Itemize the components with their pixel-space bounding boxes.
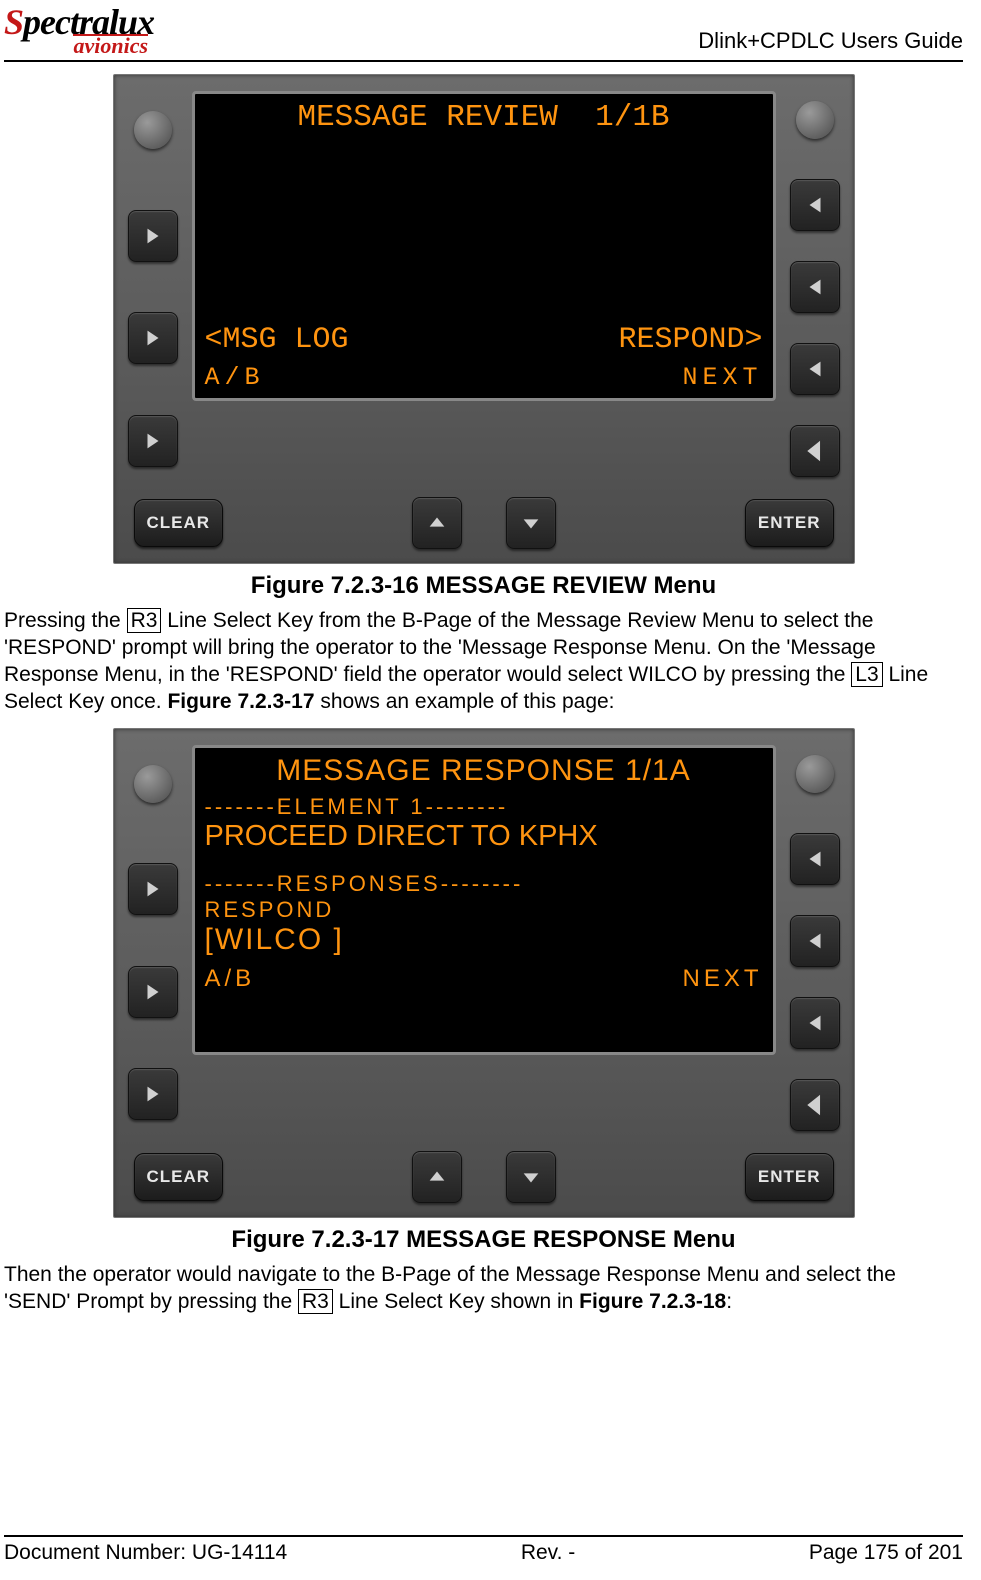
brightness-knob[interactable] bbox=[134, 111, 172, 149]
screen-title: MESSAGE REVIEW 1/1B bbox=[205, 100, 763, 135]
cdu-screen-1: MESSAGE REVIEW 1/1B <MSG LOG RESPOND> A/… bbox=[192, 91, 776, 401]
lsk-r3-2[interactable] bbox=[790, 997, 840, 1049]
right-lsk-column-2 bbox=[790, 745, 840, 1137]
brightness-knob-r2[interactable] bbox=[796, 755, 834, 793]
logo: Spectralux avionics bbox=[4, 6, 154, 56]
document-title: Dlink+CPDLC Users Guide bbox=[698, 28, 963, 56]
ab-label-2: A/B bbox=[205, 965, 256, 993]
arrow-up-key-2[interactable] bbox=[412, 1151, 462, 1203]
lsk-r2[interactable] bbox=[790, 261, 840, 313]
lsk-r1-2[interactable] bbox=[790, 833, 840, 885]
footer-docnum: Document Number: UG-14114 bbox=[4, 1541, 287, 1565]
respond-prompt: RESPOND> bbox=[618, 323, 762, 357]
proceed-line: PROCEED DIRECT TO KPHX bbox=[205, 820, 763, 853]
brightness-knob-r[interactable] bbox=[796, 101, 834, 139]
lsk-l3-2[interactable] bbox=[128, 1068, 178, 1120]
wilco-value: [WILCO ] bbox=[205, 923, 763, 957]
lsk-l2-2[interactable] bbox=[128, 966, 178, 1018]
clear-button-2[interactable]: CLEAR bbox=[134, 1153, 224, 1201]
ab-label: A/B bbox=[205, 363, 265, 392]
left-lsk-column-2 bbox=[128, 745, 178, 1137]
mcdu-device-2: MESSAGE RESPONSE 1/1A -------ELEMENT 1--… bbox=[113, 728, 855, 1218]
arrow-down-key[interactable] bbox=[506, 497, 556, 549]
arrow-down-key-2[interactable] bbox=[506, 1151, 556, 1203]
next-label: NEXT bbox=[682, 363, 762, 392]
paragraph-2: Then the operator would navigate to the … bbox=[4, 1262, 963, 1316]
logo-sub: avionics bbox=[73, 34, 148, 56]
lsk-r2-2[interactable] bbox=[790, 915, 840, 967]
key-r3: R3 bbox=[127, 608, 162, 633]
key-r3-b: R3 bbox=[298, 1289, 333, 1314]
msg-log-prompt: <MSG LOG bbox=[205, 323, 349, 357]
figure-2: MESSAGE RESPONSE 1/1A -------ELEMENT 1--… bbox=[4, 728, 963, 1218]
enter-button[interactable]: ENTER bbox=[745, 499, 834, 547]
left-lsk-column bbox=[128, 91, 178, 483]
page-header: Spectralux avionics Dlink+CPDLC Users Gu… bbox=[4, 0, 963, 62]
paragraph-1: Pressing the R3 Line Select Key from the… bbox=[4, 608, 963, 716]
cdu-screen-2: MESSAGE RESPONSE 1/1A -------ELEMENT 1--… bbox=[192, 745, 776, 1055]
mcdu-device-1: MESSAGE REVIEW 1/1B <MSG LOG RESPOND> A/… bbox=[113, 74, 855, 564]
nav-back-key[interactable] bbox=[790, 425, 840, 477]
lsk-l2[interactable] bbox=[128, 312, 178, 364]
element-header: -------ELEMENT 1-------- bbox=[205, 794, 763, 820]
arrow-up-key[interactable] bbox=[412, 497, 462, 549]
footer-page: Page 175 of 201 bbox=[809, 1541, 963, 1565]
lsk-r1[interactable] bbox=[790, 179, 840, 231]
nav-back-key-2[interactable] bbox=[790, 1079, 840, 1131]
brightness-knob-2[interactable] bbox=[134, 765, 172, 803]
responses-header: -------RESPONSES-------- bbox=[205, 871, 763, 897]
footer-rev: Rev. - bbox=[521, 1541, 575, 1565]
figure-2-caption: Figure 7.2.3-17 MESSAGE RESPONSE Menu bbox=[4, 1226, 963, 1254]
page-footer: Document Number: UG-14114 Rev. - Page 17… bbox=[4, 1535, 963, 1565]
figure-1: MESSAGE REVIEW 1/1B <MSG LOG RESPOND> A/… bbox=[4, 74, 963, 564]
respond-label: RESPOND bbox=[205, 897, 763, 923]
lsk-l3[interactable] bbox=[128, 415, 178, 467]
clear-button[interactable]: CLEAR bbox=[134, 499, 224, 547]
right-lsk-column bbox=[790, 91, 840, 483]
screen-title-2: MESSAGE RESPONSE 1/1A bbox=[205, 754, 763, 788]
key-l3: L3 bbox=[851, 662, 882, 687]
figure-1-caption: Figure 7.2.3-16 MESSAGE REVIEW Menu bbox=[4, 572, 963, 600]
lsk-l1[interactable] bbox=[128, 210, 178, 262]
lsk-r3[interactable] bbox=[790, 343, 840, 395]
next-label-2: NEXT bbox=[682, 965, 762, 993]
lsk-l1-2[interactable] bbox=[128, 863, 178, 915]
enter-button-2[interactable]: ENTER bbox=[745, 1153, 834, 1201]
